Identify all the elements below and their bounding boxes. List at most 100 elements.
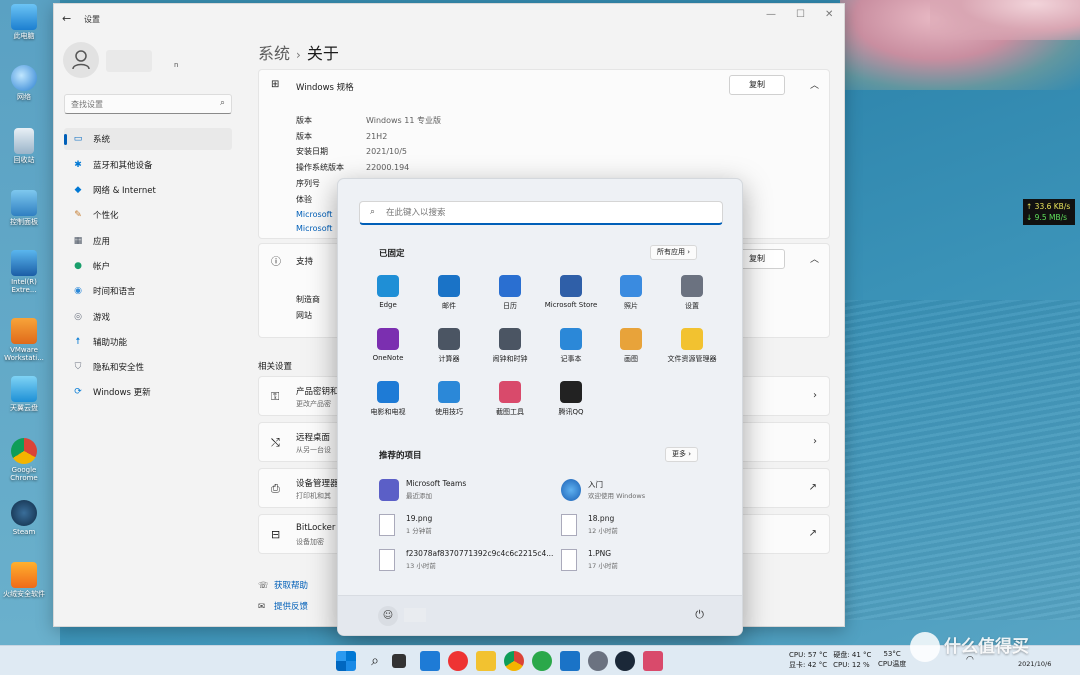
desktop-icon-huorong[interactable]: 火绒安全软件 bbox=[2, 562, 46, 598]
feedback-link[interactable]: ✉ 提供反馈 bbox=[258, 600, 308, 612]
desktop-icon-label: 网络 bbox=[17, 93, 31, 101]
recommended-item[interactable]: 1.PNG 17 小时前 bbox=[561, 545, 731, 575]
settings-search-input[interactable] bbox=[65, 95, 205, 113]
task-view-icon[interactable] bbox=[392, 654, 406, 668]
control-panel-icon bbox=[11, 190, 37, 216]
file-explorer-icon[interactable] bbox=[476, 651, 496, 671]
settings-gear-icon[interactable] bbox=[588, 651, 608, 671]
sidebar-item-accessibility[interactable]: ☨ 辅助功能 bbox=[64, 331, 232, 353]
steam-icon[interactable] bbox=[615, 651, 635, 671]
sidebar-item-label: 网络 & Internet bbox=[93, 186, 156, 196]
pinned-app[interactable]: OneNote bbox=[358, 328, 418, 362]
recommended-item[interactable]: 19.png 1 分钟前 bbox=[379, 510, 549, 540]
back-arrow-icon[interactable]: ← bbox=[62, 12, 71, 25]
chevron-up-icon[interactable]: ︿ bbox=[810, 252, 819, 265]
person-icon bbox=[72, 50, 90, 70]
all-apps-button[interactable]: 所有应用 › bbox=[650, 245, 698, 260]
copy-button[interactable]: 复制 bbox=[729, 75, 785, 95]
recommended-item[interactable]: f23078af8370771392c9c4c6c2215c4... 13 小时… bbox=[379, 545, 553, 575]
get-help-link[interactable]: ☏ 获取帮助 bbox=[258, 579, 308, 591]
desktop-icon-vmware[interactable]: VMware Workstati... bbox=[2, 318, 46, 362]
sidebar-item-windows-update[interactable]: ⟳ Windows 更新 bbox=[64, 381, 232, 403]
desktop-icon-label: 火绒安全软件 bbox=[3, 590, 45, 598]
settings-search-box[interactable]: ⌕ bbox=[64, 94, 232, 114]
watermark: 什么值得买 bbox=[910, 632, 1029, 662]
sidebar-item-gaming[interactable]: ◎ 游戏 bbox=[64, 306, 232, 328]
chevron-up-icon[interactable]: ︿ bbox=[810, 78, 819, 91]
sidebar-item-accounts[interactable]: ● 帐户 bbox=[64, 255, 232, 277]
app-blue-icon[interactable] bbox=[560, 651, 580, 671]
desktop-icon-control-panel[interactable]: 控制面板 bbox=[2, 190, 46, 226]
sidebar-item-label: 辅助功能 bbox=[93, 338, 128, 348]
close-button[interactable]: ✕ bbox=[825, 9, 833, 20]
breadcrumb-parent[interactable]: 系统 bbox=[258, 44, 290, 63]
pinned-app[interactable]: 电影和电视 bbox=[358, 381, 418, 417]
pinned-app[interactable]: Microsoft Store bbox=[541, 275, 601, 309]
spec-row: 安装日期 2021/10/5 bbox=[296, 146, 407, 157]
more-button[interactable]: 更多 › bbox=[665, 447, 699, 462]
desktop-icon-chrome[interactable]: Google Chrome bbox=[2, 438, 46, 482]
pinned-app[interactable]: 腾讯QQ bbox=[541, 381, 601, 417]
app-label: 画图 bbox=[624, 355, 638, 363]
snipping-tool-icon[interactable] bbox=[643, 651, 663, 671]
spec-row: 操作系统版本 22000.194 bbox=[296, 162, 409, 173]
microsoft-agreement-link[interactable]: Microsoft bbox=[296, 210, 332, 219]
pinned-app[interactable]: 照片 bbox=[601, 275, 661, 311]
app-label: Microsoft Store bbox=[544, 301, 598, 309]
profile-name-blurred bbox=[106, 50, 152, 72]
minimize-button[interactable]: — bbox=[766, 9, 776, 20]
sidebar-item-network[interactable]: ◆ 网络 & Internet bbox=[64, 179, 232, 201]
sidebar-item-personalization[interactable]: ✎ 个性化 bbox=[64, 204, 232, 226]
maximize-button[interactable]: ☐ bbox=[796, 9, 805, 20]
app-label: 文件资源管理器 bbox=[667, 355, 717, 363]
desktop-icon-this-pc[interactable]: 此电脑 bbox=[2, 4, 46, 40]
widgets-icon[interactable] bbox=[420, 651, 440, 671]
recommended-item[interactable]: 入门 欢迎使用 Windows bbox=[561, 475, 731, 505]
recommended-item[interactable]: Microsoft Teams 最近添加 bbox=[379, 475, 549, 505]
start-button-windows-icon[interactable] bbox=[336, 651, 356, 671]
app-label: 腾讯QQ bbox=[558, 408, 584, 416]
desktop-icon-network[interactable]: 网络 bbox=[2, 65, 46, 101]
desktop-icon-label: Intel(R) Extre... bbox=[11, 278, 37, 295]
sidebar-item-privacy[interactable]: ⛉ 隐私和安全性 bbox=[64, 356, 232, 378]
start-search-box[interactable]: ⌕ bbox=[359, 201, 723, 225]
desktop-icon-label: Google Chrome bbox=[10, 466, 38, 483]
sidebar-item-system[interactable]: ▭ 系统 bbox=[64, 128, 232, 150]
app-green-icon[interactable] bbox=[532, 651, 552, 671]
sidebar-item-time-language[interactable]: ◉ 时间和语言 bbox=[64, 280, 232, 302]
sidebar-item-bluetooth[interactable]: ✱ 蓝牙和其他设备 bbox=[64, 154, 232, 176]
chevron-right-icon: › bbox=[296, 48, 301, 62]
pinned-app[interactable]: 文件资源管理器 bbox=[662, 328, 722, 364]
sidebar-item-label: 帐户 bbox=[93, 262, 111, 272]
recommended-name: 18.png bbox=[588, 514, 615, 523]
power-icon[interactable]: ⏻ bbox=[695, 608, 704, 622]
pinned-app[interactable]: 设置 bbox=[662, 275, 722, 311]
netease-music-icon[interactable] bbox=[448, 651, 468, 671]
microsoft-license-link[interactable]: Microsoft bbox=[296, 224, 332, 233]
search-icon[interactable]: ⌕ bbox=[365, 651, 385, 671]
pinned-app[interactable]: 使用技巧 bbox=[419, 381, 479, 417]
avatar[interactable] bbox=[63, 42, 99, 78]
pinned-app[interactable]: 闹钟和时钟 bbox=[480, 328, 540, 364]
pinned-app[interactable]: 记事本 bbox=[541, 328, 601, 364]
app-icon bbox=[377, 275, 399, 297]
sidebar-item-apps[interactable]: ▦ 应用 bbox=[64, 230, 232, 252]
pinned-app[interactable]: 截图工具 bbox=[480, 381, 540, 417]
start-search-input[interactable] bbox=[386, 205, 706, 221]
desktop-icon-steam[interactable]: Steam bbox=[2, 500, 46, 536]
sidebar-item-label: 隐私和安全性 bbox=[93, 363, 145, 373]
app-icon bbox=[499, 275, 521, 297]
chrome-icon[interactable] bbox=[504, 651, 524, 671]
pinned-app[interactable]: 邮件 bbox=[419, 275, 479, 311]
desktop-icon-intel[interactable]: Intel(R) Extre... bbox=[2, 250, 46, 294]
desktop-icon-recycle-bin[interactable]: 回收站 bbox=[2, 128, 46, 164]
card-header[interactable]: ⊞ Windows 规格 复制 ︿ bbox=[259, 70, 829, 100]
pinned-app[interactable]: 画图 bbox=[601, 328, 661, 364]
pinned-app[interactable]: 计算器 bbox=[419, 328, 479, 364]
pinned-app[interactable]: Edge bbox=[358, 275, 418, 309]
cpu-temperature-widget[interactable]: 53°C CPU温度 bbox=[878, 649, 906, 669]
recommended-item[interactable]: 18.png 12 小时前 bbox=[561, 510, 731, 540]
pinned-app[interactable]: 日历 bbox=[480, 275, 540, 311]
desktop-icon-tianyi-cloud[interactable]: 天翼云盘 bbox=[2, 376, 46, 412]
user-avatar-icon[interactable]: ☺ bbox=[378, 606, 398, 626]
